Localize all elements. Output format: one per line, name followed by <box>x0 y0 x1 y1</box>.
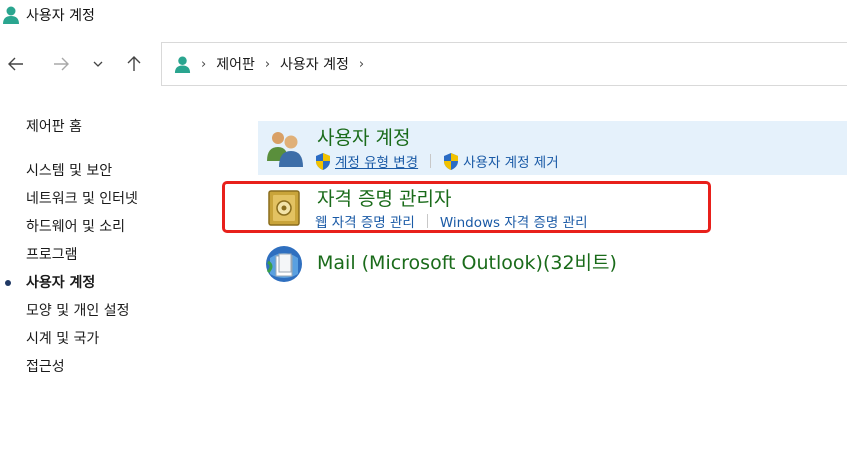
chevron-right-icon: › <box>201 56 207 72</box>
sidebar-item-user-accounts[interactable]: 사용자 계정 <box>5 269 226 297</box>
sidebar-item-clock-region[interactable]: 시계 및 국가 <box>26 325 226 353</box>
link-divider <box>430 154 432 168</box>
remove-user-accounts-link[interactable]: 사용자 계정 제거 <box>463 151 559 171</box>
uac-shield-icon <box>316 152 330 170</box>
sidebar-item-accessibility[interactable]: 접근성 <box>26 353 226 381</box>
uac-shield-icon <box>444 152 459 170</box>
highlight-box <box>222 181 711 233</box>
title-bar: 사용자 계정 <box>0 0 847 30</box>
breadcrumb-user-accounts[interactable]: 사용자 계정 <box>280 54 349 74</box>
breadcrumb-control-panel[interactable]: 제어판 <box>216 54 255 74</box>
sidebar-item-hardware-sound[interactable]: 하드웨어 및 소리 <box>26 213 226 241</box>
forward-arrow-icon <box>54 57 69 71</box>
user-accounts-icon <box>3 6 19 24</box>
address-bar[interactable]: › 제어판 › 사용자 계정 › <box>161 42 847 86</box>
navigation-bar: › 제어판 › 사용자 계정 › <box>0 42 847 88</box>
category-links-user-accounts: 계정 유형 변경 사용자 계정 제거 <box>315 151 559 171</box>
recent-locations-button[interactable] <box>84 48 112 80</box>
sidebar-home-link[interactable]: 제어판 홈 <box>26 116 226 138</box>
mail-icon <box>266 246 302 282</box>
sidebar-item-system-security[interactable]: 시스템 및 보안 <box>26 157 226 185</box>
chevron-right-icon[interactable]: › <box>359 57 364 72</box>
sidebar-item-programs[interactable]: 프로그램 <box>26 241 226 269</box>
category-title-mail[interactable]: Mail (Microsoft Outlook)(32비트) <box>317 248 617 275</box>
user-accounts-icon <box>174 55 191 73</box>
chevron-down-icon <box>93 61 103 67</box>
window-title: 사용자 계정 <box>26 8 95 24</box>
up-arrow-icon <box>127 56 141 71</box>
up-button[interactable] <box>120 48 148 80</box>
category-user-accounts[interactable]: 사용자 계정 계정 유형 변경 사용자 계정 제거 <box>258 121 847 175</box>
chevron-right-icon: › <box>264 56 271 72</box>
category-mail[interactable]: Mail (Microsoft Outlook)(32비트) <box>258 240 847 288</box>
users-icon <box>267 132 303 167</box>
back-arrow-icon <box>8 57 23 71</box>
sidebar-item-appearance[interactable]: 모양 및 개인 설정 <box>26 297 226 325</box>
sidebar-item-network-internet[interactable]: 네트워크 및 인터넷 <box>26 185 226 213</box>
back-button[interactable] <box>2 48 30 80</box>
category-title-user-accounts[interactable]: 사용자 계정 <box>317 123 410 150</box>
forward-button[interactable] <box>47 48 75 80</box>
sidebar: 제어판 홈 시스템 및 보안 네트워크 및 인터넷 하드웨어 및 소리 프로그램… <box>5 116 226 381</box>
change-account-type-link[interactable]: 계정 유형 변경 <box>335 151 418 171</box>
